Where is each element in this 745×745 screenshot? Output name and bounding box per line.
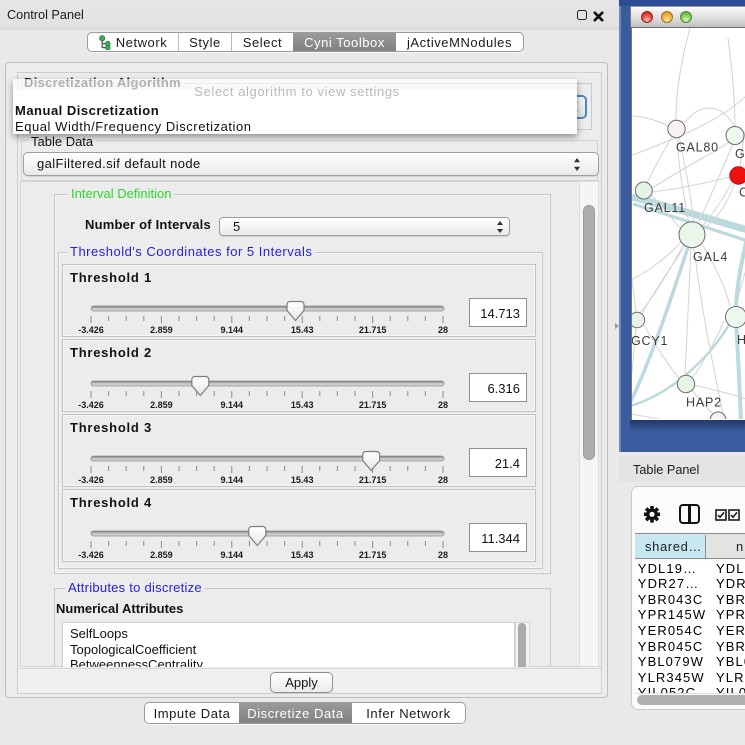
svg-text:HAP2: HAP2: [686, 396, 722, 410]
svg-text:GAL4: GAL4: [693, 250, 728, 264]
svg-text:GAL11: GAL11: [644, 201, 686, 215]
svg-text:GA: GA: [735, 147, 745, 161]
svg-text:CD: CD: [739, 186, 745, 200]
svg-text:GCY1: GCY1: [632, 334, 668, 348]
svg-text:HI: HI: [737, 333, 745, 347]
svg-text:GAL80: GAL80: [676, 141, 719, 155]
